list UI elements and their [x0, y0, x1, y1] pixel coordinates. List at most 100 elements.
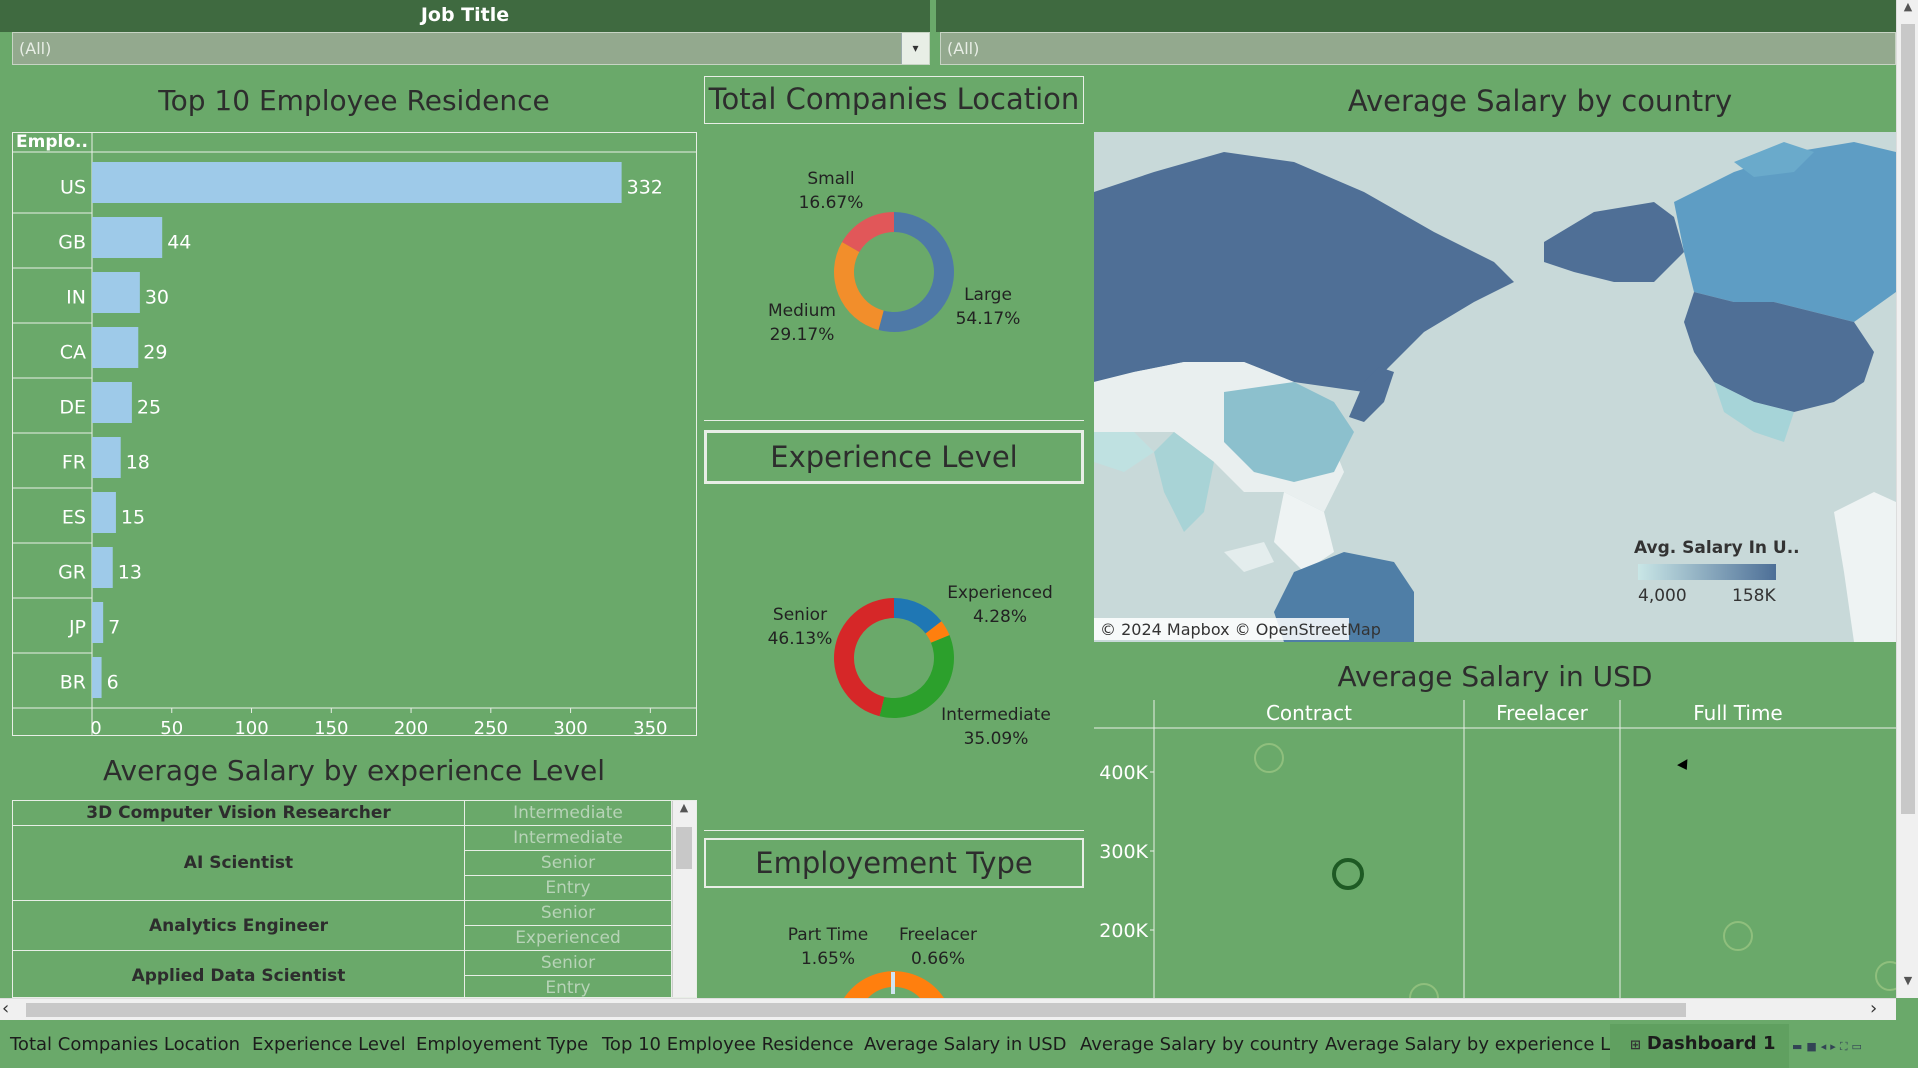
small-label-name: Small: [807, 169, 854, 189]
bar-value-label: 25: [137, 397, 161, 419]
table-job-title: Applied Data Scientist: [13, 951, 465, 997]
tab-total-companies-location[interactable]: Total Companies Location: [10, 1034, 240, 1055]
table-level-cell: Senior: [465, 951, 672, 976]
freelacer-label-name: Freelacer: [899, 925, 977, 945]
bar: [92, 272, 140, 313]
x-tick-label: 150: [314, 718, 348, 736]
tab-experience-level[interactable]: Experience Level: [252, 1034, 406, 1055]
experience-donut-chart: Experienced 4.28% Intermediate 35.09% Senior…: [768, 583, 1053, 749]
map-attribution: © 2024 Mapbox © OpenStreetMap: [1100, 620, 1381, 639]
employment-slice: [891, 972, 895, 994]
part-time-label-name: Part Time: [788, 925, 869, 945]
tab-average-salary-by-country[interactable]: Average Salary by country: [1080, 1034, 1319, 1055]
map-title: Average Salary by country: [1347, 84, 1733, 118]
exp-salary-table: ▲ 3D Computer Vision Researcher Intermedi…: [12, 800, 697, 998]
page-hscroll[interactable]: ‹ ›: [0, 998, 1896, 1020]
usd-scatter-chart: Contract Freelacer Full Time 400K 300K 200K: [1094, 700, 1896, 998]
tab-dashboard-1-label: Dashboard 1: [1646, 1033, 1776, 1054]
bar-category-label: GR: [58, 562, 86, 584]
usd-y-tick-label: 200K: [1099, 920, 1148, 942]
x-tick-label: 350: [633, 718, 667, 736]
bar-value-label: 30: [145, 287, 169, 309]
usd-column-header: Full Time: [1693, 701, 1783, 725]
usd-point: [1254, 743, 1284, 773]
usd-column-header: Freelacer: [1496, 701, 1589, 725]
bar-category-label: FR: [62, 452, 86, 474]
chevron-left-icon[interactable]: ‹: [2, 999, 22, 1021]
bar-category-label: GB: [58, 232, 86, 254]
large-label-name: Large: [964, 285, 1012, 305]
part-time-label-value: 1.65%: [801, 949, 855, 969]
bar-category-label: CA: [60, 342, 86, 364]
table-level-cell: Intermediate: [465, 826, 672, 851]
chevron-up-icon[interactable]: ▲: [1897, 0, 1918, 20]
bar-category-label: ES: [62, 507, 86, 529]
bar-value-label: 44: [167, 232, 191, 254]
second-filter-header: [936, 0, 1896, 32]
usd-point: [1723, 921, 1753, 951]
large-label-value: 54.17%: [956, 309, 1021, 329]
second-filter-value: (All): [947, 39, 980, 58]
chevron-down-icon[interactable]: ▼: [1897, 974, 1918, 994]
page-vscroll[interactable]: ▲ ▼: [1896, 0, 1918, 998]
residence-col-header: Emplo..: [16, 132, 88, 152]
small-label-value: 16.67%: [799, 193, 864, 213]
usd-title: Average Salary in USD: [1337, 660, 1653, 693]
job-title-dropdown[interactable]: (All) ▾: [12, 32, 930, 65]
bar: [92, 162, 622, 203]
hscroll-thumb[interactable]: [26, 1003, 1686, 1017]
companies-slice: [834, 242, 884, 330]
companies-donut-chart: Large 54.17% Medium 29.17% Small 16.67%: [768, 169, 1021, 345]
vscroll-thumb[interactable]: [1901, 24, 1915, 814]
usd-column-header: Contract: [1266, 701, 1352, 725]
table-level-cell: Experienced: [465, 926, 672, 951]
map-legend-min: 4,000: [1638, 586, 1687, 606]
table-job-title: AI Scientist: [13, 826, 465, 901]
usd-point: [1332, 858, 1364, 890]
freelacer-label-value: 0.66%: [911, 949, 965, 969]
residence-bar-chart: Emplo.. US 332 GB 44 IN 30 CA 29 DE 25 FR 18 ES 15 GR 13…: [12, 132, 697, 736]
bar-value-label: 6: [107, 672, 119, 694]
map-legend-title: Avg. Salary In U..: [1634, 538, 1800, 558]
tab-employement-type[interactable]: Employement Type: [416, 1034, 588, 1055]
bar-category-label: JP: [68, 617, 86, 639]
bar-value-label: 18: [126, 452, 150, 474]
x-tick-label: 300: [553, 718, 587, 736]
bar: [92, 327, 139, 368]
x-tick-label: 100: [234, 718, 268, 736]
bar-value-label: 29: [143, 342, 167, 364]
divider: [704, 830, 1084, 831]
table-level-cell: Intermediate: [465, 801, 672, 826]
tab-average-salary-by-experience[interactable]: Average Salary by experience Le...: [1325, 1034, 1638, 1055]
map-legend-max: 158K: [1732, 586, 1776, 606]
bar: [92, 217, 163, 258]
bar-value-label: 332: [627, 177, 663, 199]
x-tick-label: 0: [90, 718, 101, 736]
sheet-tabs-bar: Total Companies Location Experience Leve…: [0, 1024, 1918, 1068]
bar-category-label: DE: [59, 397, 86, 419]
bar: [92, 382, 132, 423]
bar-category-label: IN: [66, 287, 86, 309]
bar-value-label: 15: [121, 507, 145, 529]
chevron-up-icon[interactable]: ▲: [675, 801, 693, 821]
tab-dashboard-1[interactable]: ⊞ Dashboard 1: [1610, 1024, 1790, 1068]
table-job-title: Analytics Engineer: [13, 901, 465, 951]
intermediate-label-value: 35.09%: [964, 729, 1029, 749]
table-scroll-thumb[interactable]: [676, 827, 692, 869]
tab-average-salary-in-usd[interactable]: Average Salary in USD: [864, 1034, 1067, 1055]
employment-donut-chart: Part Time 1.65% Freelacer 0.66%: [788, 925, 977, 998]
job-title-filter-header: Job Title: [0, 0, 930, 32]
bar-category-label: US: [60, 177, 86, 199]
tab-top-10-employee-residence[interactable]: Top 10 Employee Residence: [602, 1034, 854, 1055]
chevron-right-icon[interactable]: ›: [1870, 999, 1890, 1021]
bar: [92, 492, 116, 533]
table-job-title: 3D Computer Vision Researcher: [13, 801, 465, 826]
chevron-down-icon[interactable]: ▾: [901, 33, 929, 64]
tab-nav-icons[interactable]: ▬■◂▸⛶▭: [1792, 1040, 1866, 1054]
employment-title: Employement Type: [704, 838, 1084, 888]
exp-table-title: Average Salary by experience Level: [103, 754, 605, 787]
usd-y-tick-label: 400K: [1099, 762, 1148, 784]
map-legend-gradient: [1638, 564, 1776, 580]
second-filter-dropdown[interactable]: (All): [940, 32, 1896, 65]
table-vscroll[interactable]: ▲: [672, 801, 696, 997]
